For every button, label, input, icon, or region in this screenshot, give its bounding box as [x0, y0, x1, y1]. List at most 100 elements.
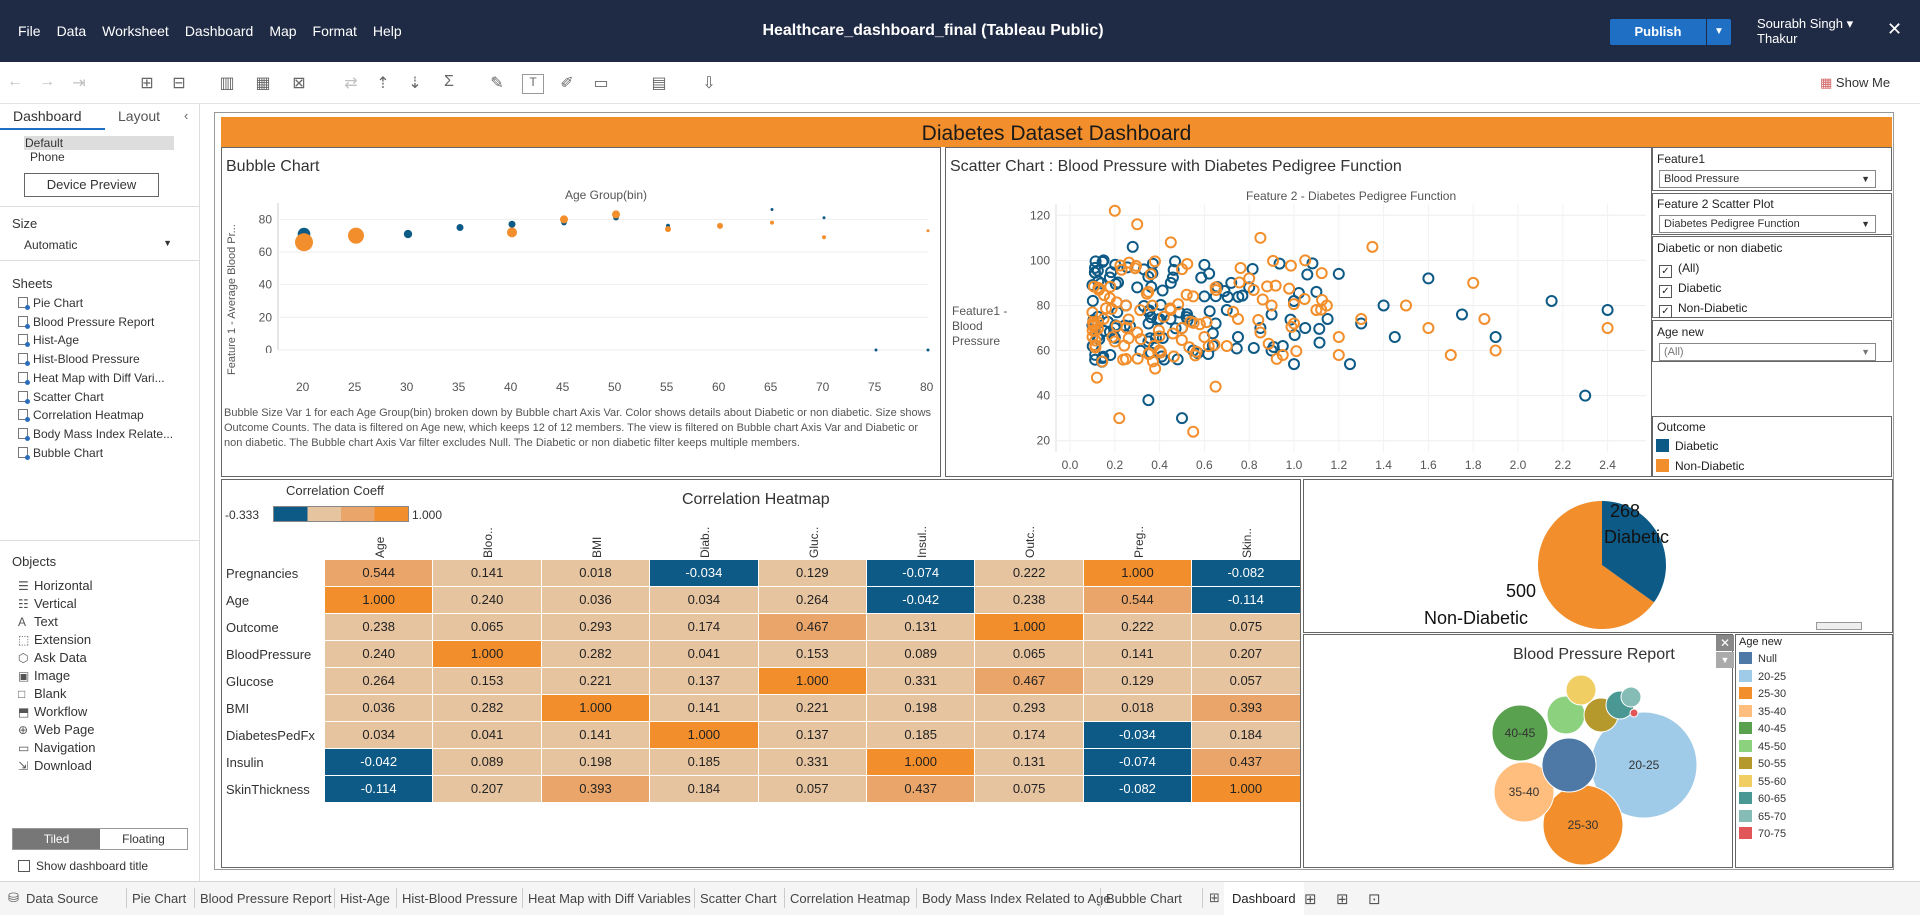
heatmap-cell[interactable]: -0.034 — [650, 560, 758, 586]
age-legend-item[interactable]: 45-50 — [1739, 739, 1786, 753]
labels-icon[interactable]: T — [522, 74, 544, 94]
object-navigation[interactable]: ▭ Navigation — [18, 740, 95, 755]
heatmap-cell[interactable]: 0.089 — [867, 641, 975, 667]
sheet-item[interactable]: Bubble Chart — [18, 446, 103, 460]
device-phone[interactable]: Phone — [30, 150, 65, 164]
new-story-icon[interactable]: ⊡ — [1368, 890, 1381, 908]
object-web-page[interactable]: ⊕ Web Page — [18, 722, 94, 737]
swap-icon[interactable]: ⇄ — [340, 73, 362, 93]
sheet-tab[interactable]: Body Mass Index Related to Age — [922, 891, 1111, 906]
filter-option-all[interactable]: ✓ (All) — [1659, 261, 1699, 278]
heatmap-cell[interactable]: 0.207 — [433, 776, 541, 802]
heatmap-cell[interactable]: 0.264 — [325, 668, 433, 694]
sort-descending-icon[interactable]: ⇣ — [404, 73, 426, 93]
heatmap-cell[interactable]: 0.034 — [325, 722, 433, 748]
heatmap-cell[interactable]: 0.153 — [433, 668, 541, 694]
heatmap-cell[interactable]: 1.000 — [433, 641, 541, 667]
pie-chart-panel[interactable]: 268 Diabetic 500 Non-Diabetic — [1303, 479, 1893, 633]
heatmap-cell[interactable]: 0.174 — [975, 722, 1083, 748]
age-legend-item[interactable]: Null — [1739, 652, 1777, 665]
sheet-tab[interactable]: Data Source — [26, 891, 98, 906]
legend-item-diabetic[interactable]: Diabetic — [1656, 439, 1718, 453]
heatmap-cell[interactable]: 0.282 — [541, 641, 650, 667]
heatmap-cell[interactable]: 0.141 — [650, 695, 758, 721]
heatmap-cell[interactable]: 0.293 — [975, 695, 1083, 721]
show-cards-icon[interactable]: ▤ — [648, 73, 670, 93]
sort-ascending-icon[interactable]: ⇡ — [372, 73, 394, 93]
object-download[interactable]: ⇲ Download — [18, 758, 92, 773]
heatmap-cell[interactable]: 0.221 — [758, 695, 866, 721]
heatmap-cell[interactable]: 0.393 — [1192, 695, 1300, 721]
close-icon[interactable]: ✕ — [1887, 19, 1902, 40]
heatmap-cell[interactable]: 0.544 — [325, 560, 433, 586]
heatmap-cell[interactable]: 0.331 — [867, 668, 975, 694]
heatmap-cell[interactable]: 0.184 — [650, 776, 758, 802]
duplicate-sheet-icon[interactable]: ▦ — [252, 73, 274, 93]
tab-dashboard[interactable]: Dashboard — [13, 108, 82, 124]
heatmap-cell[interactable]: 0.544 — [1083, 587, 1192, 613]
heatmap-cell[interactable]: 0.437 — [867, 776, 975, 802]
sheet-item[interactable]: Body Mass Index Relate... — [18, 427, 173, 441]
highlight-icon[interactable]: ✎ — [486, 73, 508, 93]
age-legend-item[interactable]: 50-55 — [1739, 757, 1786, 770]
heatmap-cell[interactable]: -0.082 — [1192, 560, 1300, 586]
resize-handle[interactable] — [1816, 622, 1862, 630]
heatmap-cell[interactable]: 0.131 — [867, 614, 975, 640]
age-select[interactable]: (All) ▼ — [1659, 343, 1876, 361]
heatmap-cell[interactable]: 0.437 — [1192, 749, 1300, 775]
heatmap-cell[interactable]: 0.137 — [650, 668, 758, 694]
close-icon[interactable]: ✕ — [1716, 635, 1734, 651]
show-title-checkbox[interactable]: Show dashboard title — [18, 859, 148, 873]
heatmap-cell[interactable]: 0.141 — [541, 722, 650, 748]
heatmap-cell[interactable]: 0.018 — [541, 560, 650, 586]
sheet-tab[interactable]: Bubble Chart — [1106, 891, 1182, 906]
sheet-tab[interactable]: Scatter Chart — [700, 891, 777, 906]
object-vertical[interactable]: ☷ Vertical — [18, 596, 77, 611]
replay-icon[interactable]: ⇥ — [68, 73, 90, 93]
feature1-select[interactable]: Blood Pressure ▼ — [1659, 170, 1876, 188]
heatmap-cell[interactable]: 0.222 — [975, 560, 1083, 586]
object-extension[interactable]: ⬚ Extension — [18, 632, 91, 647]
object-image[interactable]: ▣ Image — [18, 668, 70, 683]
heatmap-cell[interactable]: 0.293 — [541, 614, 650, 640]
age-legend-item[interactable]: 25-30 — [1739, 687, 1786, 700]
age-legend-item[interactable]: 65-70 — [1739, 809, 1786, 823]
heatmap-cell[interactable]: -0.114 — [1192, 587, 1300, 613]
heatmap-cell[interactable]: 0.036 — [325, 695, 433, 721]
clear-sheet-icon[interactable]: ⊠ — [288, 73, 310, 93]
heatmap-cell[interactable]: 0.065 — [975, 641, 1083, 667]
sheet-item[interactable]: Correlation Heatmap — [18, 408, 144, 423]
object-horizontal[interactable]: ☰ Horizontal — [18, 578, 93, 593]
heatmap-cell[interactable]: 0.185 — [650, 749, 758, 775]
heatmap-cell[interactable]: 0.141 — [1083, 641, 1192, 667]
heatmap-cell[interactable]: 0.198 — [867, 695, 975, 721]
heatmap-cell[interactable]: 0.467 — [975, 668, 1083, 694]
sheet-item[interactable]: Pie Chart — [18, 296, 83, 310]
heatmap-cell[interactable]: 0.240 — [325, 641, 433, 667]
tab-dashboard-active[interactable]: Dashboard — [1224, 882, 1304, 915]
sheet-item[interactable]: Heat Map with Diff Vari... — [18, 371, 165, 385]
heatmap-cell[interactable]: 0.089 — [433, 749, 541, 775]
size-select[interactable]: Automatic ▼ — [24, 238, 172, 252]
heatmap-cell[interactable]: -0.042 — [867, 587, 975, 613]
sheet-item[interactable]: Hist-Age — [18, 333, 79, 348]
redo-icon[interactable]: → — [36, 73, 58, 91]
sheet-tab[interactable]: Heat Map with Diff Variables — [528, 891, 691, 906]
pause-updates-icon[interactable]: ⊟ — [168, 73, 190, 93]
age-legend-item[interactable]: 20-25 — [1739, 669, 1786, 683]
heatmap-cell[interactable]: 1.000 — [1083, 560, 1192, 586]
object-blank[interactable]: □ Blank — [18, 686, 67, 701]
floating-button[interactable]: Floating — [100, 829, 187, 849]
heatmap-cell[interactable]: 0.057 — [758, 776, 866, 802]
totals-icon[interactable]: Σ — [438, 73, 460, 91]
heatmap-cell[interactable]: 1.000 — [867, 749, 975, 775]
heatmap-cell[interactable]: 0.153 — [758, 641, 866, 667]
heatmap-cell[interactable]: -0.114 — [325, 776, 433, 802]
heatmap-cell[interactable]: 1.000 — [325, 587, 433, 613]
sheet-tab[interactable]: Hist-Blood Pressure — [402, 891, 518, 906]
heatmap-cell[interactable]: 0.238 — [325, 614, 433, 640]
heatmap-cell[interactable]: 0.185 — [867, 722, 975, 748]
new-data-source-icon[interactable]: ⊞ — [136, 73, 158, 93]
heatmap-cell[interactable]: 0.041 — [433, 722, 541, 748]
heatmap-cell[interactable]: 0.129 — [758, 560, 866, 586]
